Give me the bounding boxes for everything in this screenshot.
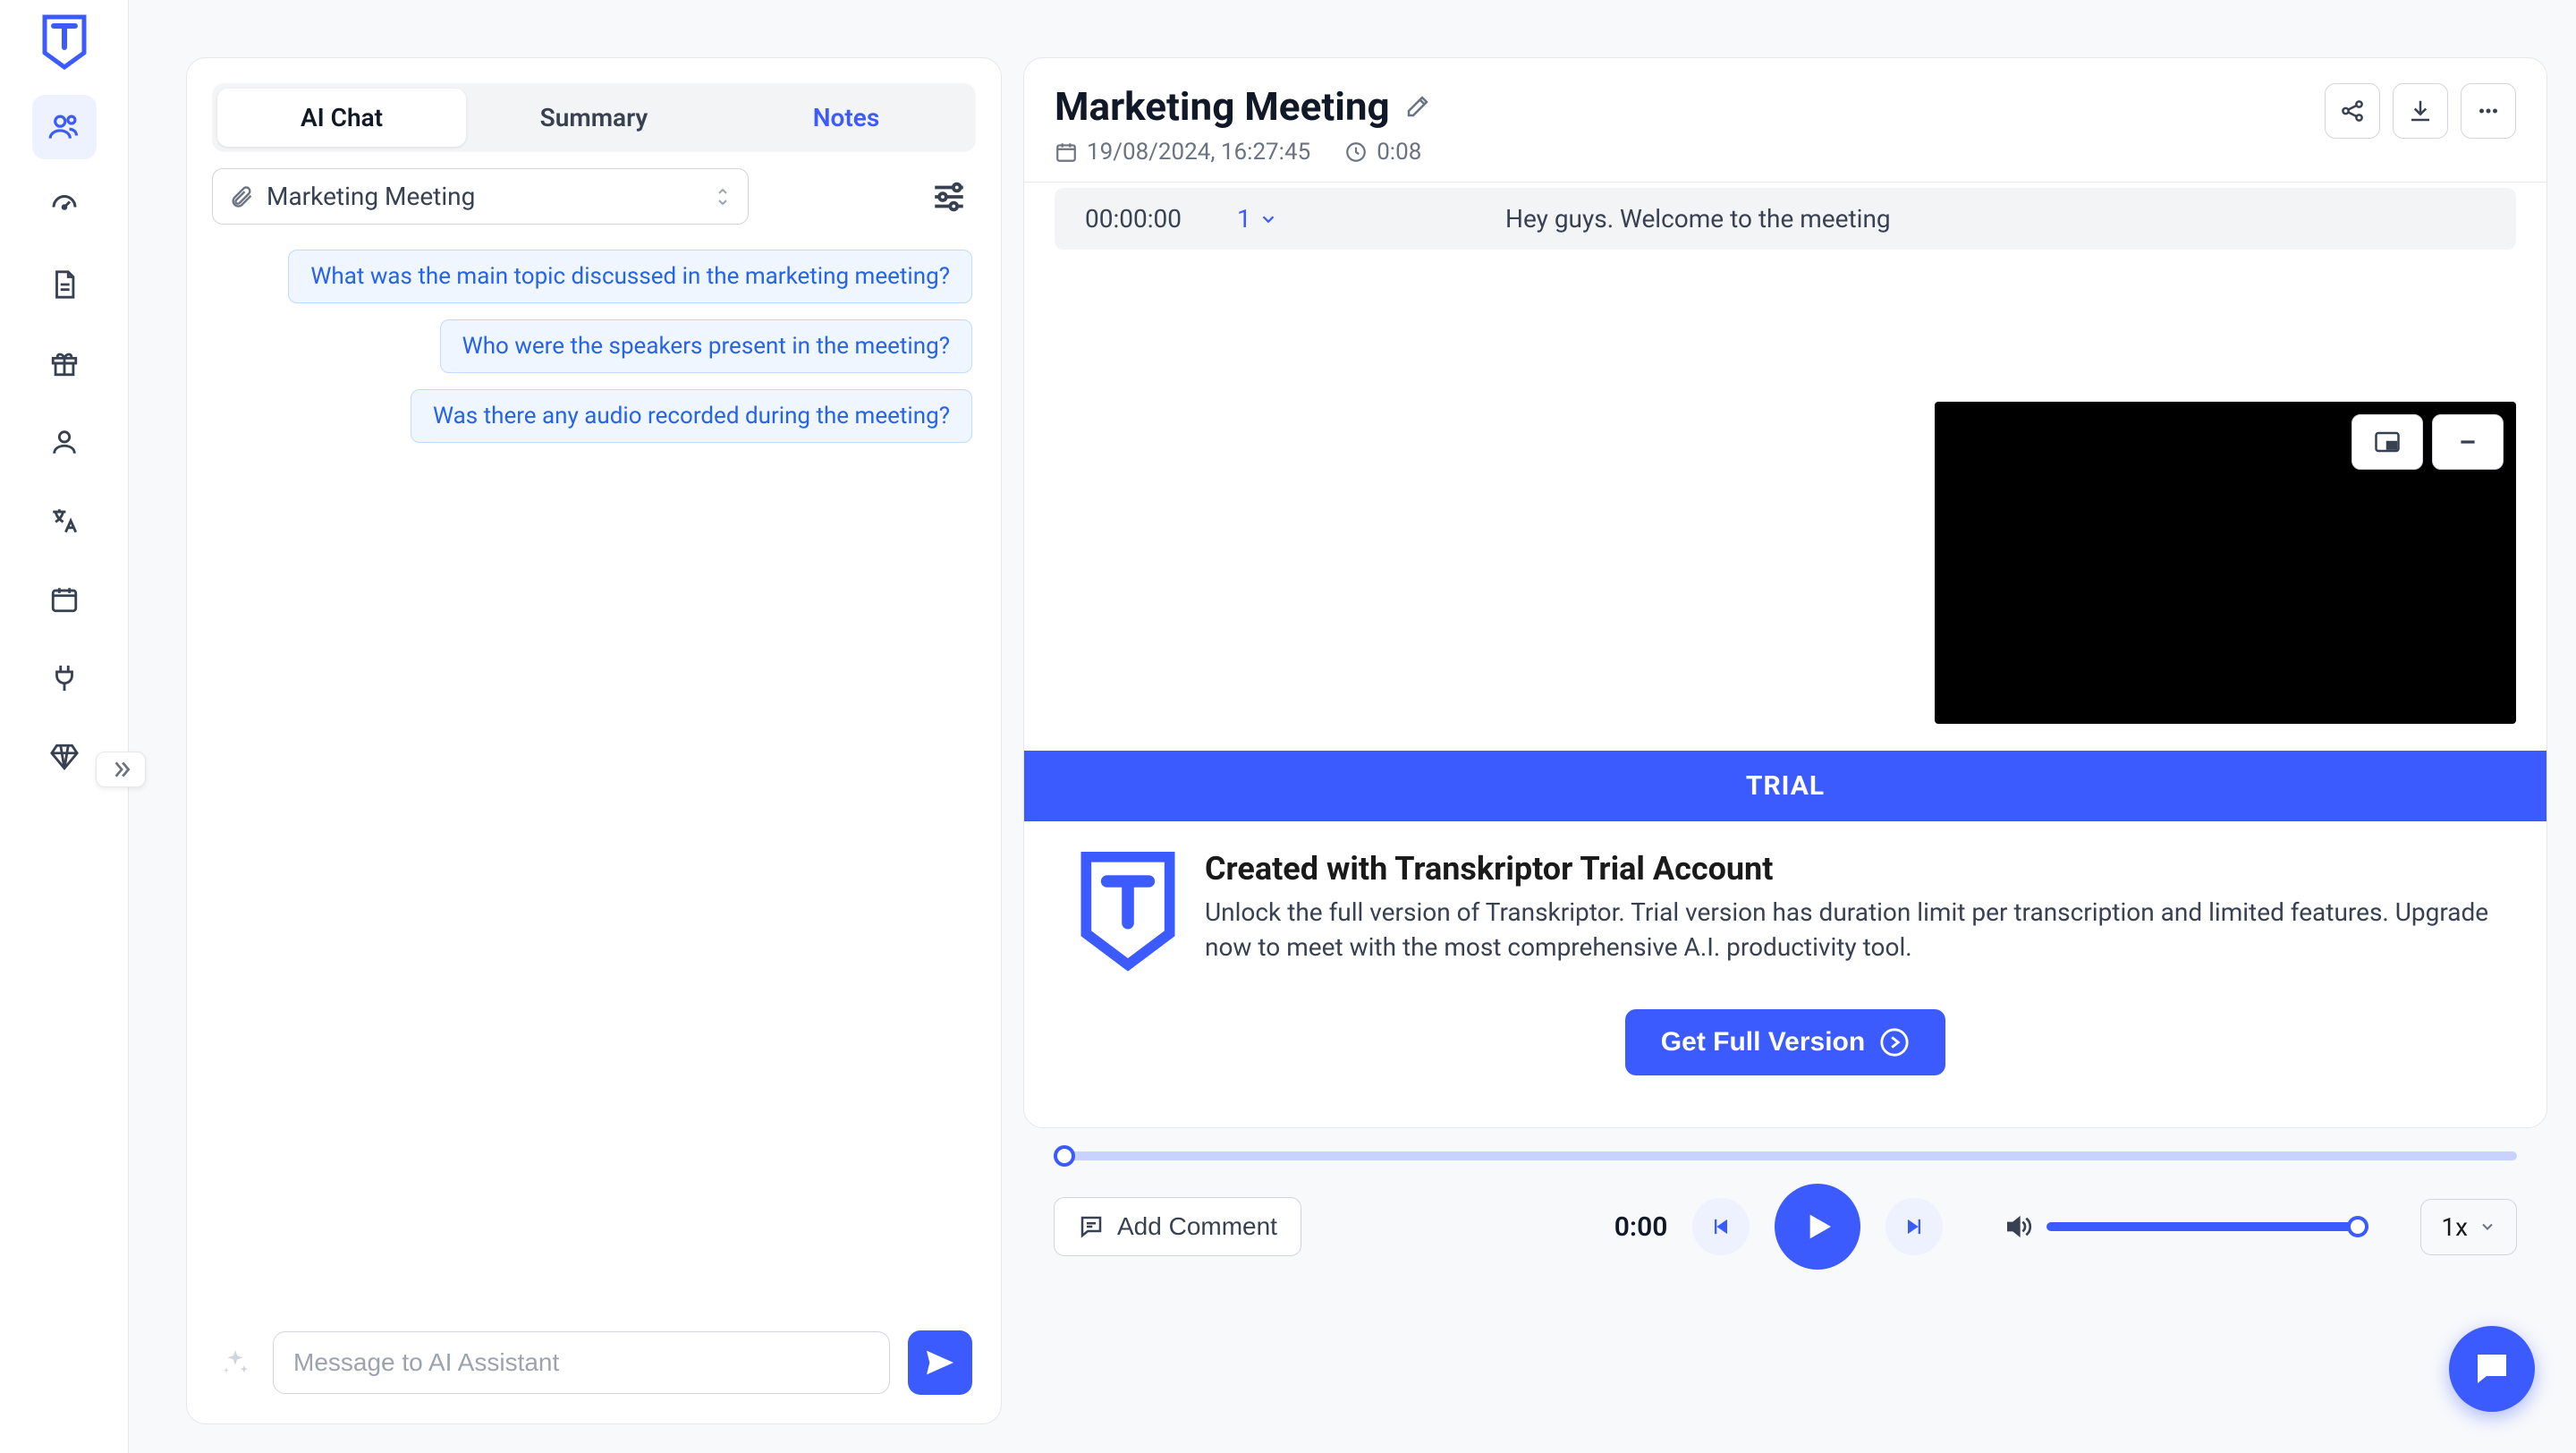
sidebar-item-file[interactable] xyxy=(32,252,97,317)
suggestion-chip[interactable]: What was the main topic discussed in the… xyxy=(288,250,972,303)
duration-meta: 0:08 xyxy=(1344,139,1421,166)
filter-sliders-button[interactable] xyxy=(922,170,976,224)
volume-thumb[interactable] xyxy=(2347,1216,2368,1237)
next-button[interactable] xyxy=(1885,1198,1943,1255)
sidebar xyxy=(0,0,129,1453)
speed-label: 1x xyxy=(2441,1212,2468,1242)
speaker-label: 1 xyxy=(1237,204,1251,234)
trial-heading: Created with Transkriptor Trial Account xyxy=(1205,850,2493,888)
video-thumbnail[interactable] xyxy=(1935,402,2516,724)
transcript-panel: Marketing Meeting 19/08/2024, 16:27:45 xyxy=(1023,57,2547,1424)
chat-fab[interactable] xyxy=(2449,1326,2535,1412)
chevron-down-icon xyxy=(2479,1218,2496,1236)
page-title: Marketing Meeting xyxy=(1055,83,1390,130)
more-button[interactable] xyxy=(2461,83,2516,139)
message-input-wrap xyxy=(273,1331,890,1394)
clock-icon xyxy=(1344,140,1368,164)
trial-logo-icon xyxy=(1078,850,1178,975)
prev-button[interactable] xyxy=(1692,1198,1750,1255)
date-meta: 19/08/2024, 16:27:45 xyxy=(1055,139,1310,166)
suggestion-chip[interactable]: Was there any audio recorded during the … xyxy=(411,389,972,443)
download-button[interactable] xyxy=(2393,83,2448,139)
speed-selector[interactable]: 1x xyxy=(2420,1199,2517,1255)
chevron-down-icon xyxy=(1258,209,1278,229)
add-comment-label: Add Comment xyxy=(1117,1212,1277,1241)
current-time: 0:00 xyxy=(1614,1211,1668,1243)
duration-text: 0:08 xyxy=(1377,139,1421,166)
sidebar-item-translate[interactable] xyxy=(32,489,97,553)
suggestion-chip[interactable]: Who were the speakers present in the mee… xyxy=(440,319,972,373)
sidebar-item-plug[interactable] xyxy=(32,646,97,710)
tab-summary[interactable]: Summary xyxy=(470,89,718,147)
pip-button[interactable] xyxy=(2351,414,2423,470)
volume-track[interactable] xyxy=(2046,1222,2368,1231)
calendar-icon xyxy=(1055,140,1078,164)
sidebar-item-people[interactable] xyxy=(32,95,97,159)
paperclip-icon xyxy=(229,184,254,209)
main-content: AI Chat Summary Notes Marketing Meeting … xyxy=(129,0,2576,1453)
sidebar-item-gift[interactable] xyxy=(32,331,97,395)
expand-sidebar-button[interactable] xyxy=(96,752,146,787)
transcript-row[interactable]: 00:00:00 1 Hey guys. Welcome to the meet… xyxy=(1055,188,2516,250)
trial-description: Unlock the full version of Transkriptor.… xyxy=(1205,895,2493,964)
cta-label: Get Full Version xyxy=(1661,1027,1865,1058)
sidebar-item-user[interactable] xyxy=(32,410,97,474)
comment-icon xyxy=(1078,1213,1105,1240)
sidebar-item-diamond[interactable] xyxy=(32,725,97,789)
speaker-selector[interactable]: 1 xyxy=(1237,204,1416,234)
tab-ai-chat[interactable]: AI Chat xyxy=(217,89,466,147)
add-comment-button[interactable]: Add Comment xyxy=(1054,1197,1301,1256)
trial-banner: TRIAL xyxy=(1024,751,2546,821)
volume-icon[interactable] xyxy=(2004,1212,2032,1241)
app-logo xyxy=(39,18,89,68)
edit-title-button[interactable] xyxy=(1404,93,1431,120)
minimize-video-button[interactable] xyxy=(2432,414,2504,470)
timestamp: 00:00:00 xyxy=(1085,204,1219,234)
progress-thumb[interactable] xyxy=(1054,1145,1075,1167)
tab-notes[interactable]: Notes xyxy=(722,89,970,147)
date-text: 19/08/2024, 16:27:45 xyxy=(1087,139,1310,166)
meeting-selector-label: Marketing Meeting xyxy=(267,182,475,211)
send-button[interactable] xyxy=(908,1330,972,1395)
arrow-right-circle-icon xyxy=(1879,1027,1910,1058)
suggestion-list: What was the main topic discussed in the… xyxy=(212,250,976,443)
meeting-selector[interactable]: Marketing Meeting xyxy=(212,168,749,225)
sparkle-icon xyxy=(216,1343,255,1382)
video-preview-area xyxy=(1055,402,2516,715)
chat-panel: AI Chat Summary Notes Marketing Meeting … xyxy=(186,57,1002,1424)
play-button[interactable] xyxy=(1775,1184,1860,1270)
select-chevron-icon xyxy=(714,184,732,209)
message-input[interactable] xyxy=(293,1348,869,1377)
progress-track[interactable] xyxy=(1054,1151,2517,1160)
transcript-text: Hey guys. Welcome to the meeting xyxy=(1505,204,1891,234)
share-button[interactable] xyxy=(2325,83,2380,139)
get-full-version-button[interactable]: Get Full Version xyxy=(1625,1009,1945,1075)
trial-body: Created with Transkriptor Trial Account … xyxy=(1024,821,2546,1111)
tab-bar: AI Chat Summary Notes xyxy=(212,83,976,152)
sidebar-item-calendar[interactable] xyxy=(32,567,97,632)
audio-player: Add Comment 0:00 xyxy=(1023,1151,2547,1270)
sidebar-item-speed[interactable] xyxy=(32,174,97,238)
